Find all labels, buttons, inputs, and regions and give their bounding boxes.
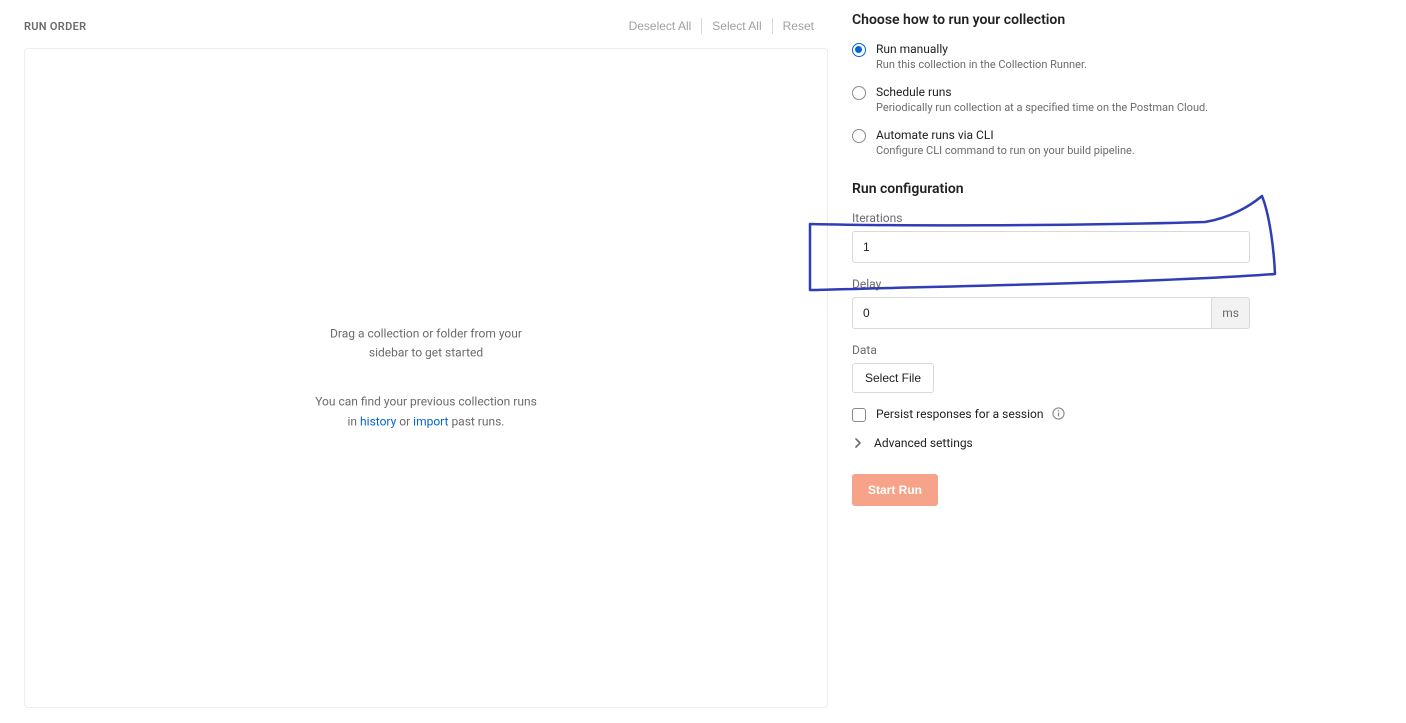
automate-cli-desc: Configure CLI command to run on your bui… [876, 144, 1135, 157]
run-manually-radio[interactable] [852, 43, 866, 57]
delay-suffix: ms [1211, 297, 1250, 329]
advanced-settings-label: Advanced settings [874, 436, 973, 450]
select-file-button[interactable]: Select File [852, 363, 934, 393]
run-order-actions: Deselect All Select All Reset [619, 18, 824, 34]
previous-runs-line1: You can find your previous collection ru… [246, 393, 606, 412]
iterations-input[interactable] [852, 231, 1250, 263]
choose-run-title: Choose how to run your collection [852, 12, 1382, 28]
automate-cli-label: Automate runs via CLI [876, 128, 1135, 142]
history-link[interactable]: history [360, 414, 396, 428]
run-config-title: Run configuration [852, 181, 1382, 197]
persist-responses-label: Persist responses for a session [876, 407, 1065, 421]
drop-area-message: Drag a collection or folder from your si… [246, 325, 606, 432]
drop-hint-line2: sidebar to get started [246, 344, 606, 363]
previous-runs-line2: in history or import past runs. [246, 412, 606, 431]
delay-label: Delay [852, 277, 1250, 291]
chevron-right-icon [852, 437, 864, 449]
start-run-button[interactable]: Start Run [852, 474, 938, 506]
select-all-button[interactable]: Select All [702, 18, 772, 34]
import-link[interactable]: import [413, 414, 448, 428]
run-order-title: RUN ORDER [24, 20, 86, 33]
run-manually-label: Run manually [876, 42, 1087, 56]
delay-input[interactable] [852, 297, 1211, 329]
automate-cli-radio[interactable] [852, 129, 866, 143]
deselect-all-button[interactable]: Deselect All [619, 18, 703, 34]
schedule-runs-desc: Periodically run collection at a specifi… [876, 101, 1208, 114]
schedule-runs-label: Schedule runs [876, 85, 1208, 99]
schedule-runs-radio[interactable] [852, 86, 866, 100]
info-icon[interactable] [1052, 407, 1065, 420]
advanced-settings-toggle[interactable]: Advanced settings [852, 436, 1382, 450]
run-manually-desc: Run this collection in the Collection Ru… [876, 58, 1087, 71]
iterations-label: Iterations [852, 211, 1250, 225]
drop-hint-line1: Drag a collection or folder from your [246, 325, 606, 344]
persist-responses-checkbox[interactable] [852, 408, 866, 422]
run-order-drop-area[interactable]: Drag a collection or folder from your si… [24, 48, 828, 708]
data-label: Data [852, 343, 1250, 357]
reset-button[interactable]: Reset [773, 18, 824, 34]
